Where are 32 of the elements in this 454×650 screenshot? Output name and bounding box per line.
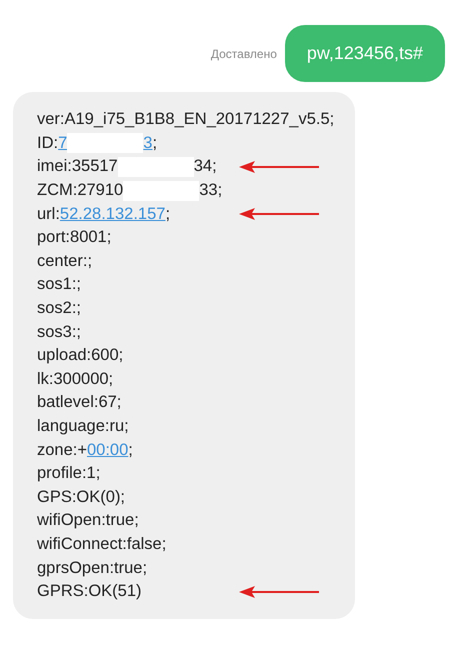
message-text: GPS:OK(0);: [37, 488, 126, 507]
message-link[interactable]: 3: [143, 134, 152, 153]
message-text: 33;: [199, 181, 222, 200]
sent-message-bubble: pw,123456,ts#: [284, 25, 445, 82]
message-text: port:8001;: [37, 228, 112, 248]
message-link[interactable]: 7: [58, 134, 68, 153]
message-text: ID:: [37, 134, 58, 153]
message-text: upload:600;: [37, 346, 124, 366]
message-text: ZCM:27910: [37, 181, 124, 200]
message-text: lk:300000;: [37, 370, 114, 389]
message-text: GPRS:OK(51): [37, 582, 142, 602]
message-text: zone:+: [37, 440, 87, 460]
message-text: sos3:;: [37, 322, 82, 342]
message-text: sos2:;: [37, 299, 82, 318]
message-text: ver:A19_i75_B1B8_EN_20171227_v5.5;: [37, 110, 334, 130]
message-text: profile:1;: [37, 464, 100, 484]
delivery-status: Доставлено: [210, 46, 277, 60]
message-text: ;: [152, 134, 158, 153]
message-text: center:;: [37, 252, 92, 271]
message-text: url:: [37, 204, 60, 224]
message-text: gprsOpen:true;: [37, 558, 148, 578]
message-text: wifiOpen:true;: [37, 511, 139, 530]
message-text: batlevel:67;: [37, 393, 122, 412]
message-link[interactable]: 00:00: [87, 440, 128, 460]
message-text: ;: [128, 440, 133, 460]
message-text: sos1:;: [37, 275, 82, 294]
message-text: 34;: [194, 157, 217, 176]
message-link[interactable]: 52.28.132.157: [60, 204, 166, 224]
message-text: wifiConnect:false;: [37, 534, 166, 554]
message-text: imei:35517: [37, 157, 118, 176]
message-text: ;: [165, 204, 170, 224]
message-text: language:ru;: [37, 417, 129, 436]
